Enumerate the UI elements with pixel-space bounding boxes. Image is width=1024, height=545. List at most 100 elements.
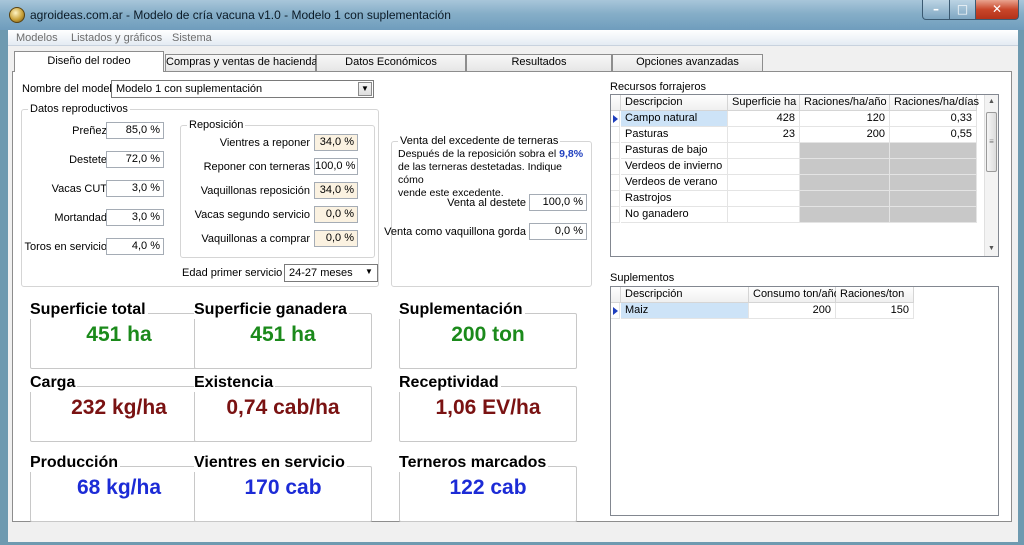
chevron-down-icon[interactable]: ▼ (362, 266, 376, 280)
minimize-button[interactable]: – (922, 0, 950, 20)
forage-cell-sup[interactable] (728, 191, 800, 207)
forage-cell-rac-day (890, 159, 977, 175)
model-name-select[interactable]: Modelo 1 con suplementación ▼ (111, 80, 374, 98)
scroll-down-icon[interactable]: ▼ (985, 242, 998, 256)
vaquillonas-comprar-field[interactable]: 0,0 % (314, 230, 358, 247)
supplements-grid: Descripción Consumo ton/año Raciones/ton… (610, 286, 999, 516)
supp-col-descripcion[interactable]: Descripción (621, 287, 749, 303)
forage-col-superficie[interactable]: Superficie ha (728, 95, 800, 111)
forage-cell-sup[interactable]: 23 (728, 127, 800, 143)
forage-cell-desc[interactable]: Verdeos de invierno (621, 159, 728, 175)
row-indicator[interactable] (611, 159, 620, 175)
excess-group: Venta del excedente de terneras Después … (384, 135, 592, 287)
forage-title: Recursos forrajeros (610, 81, 706, 93)
reponer-terneras-field[interactable]: 100,0 % (314, 158, 358, 175)
forage-scrollbar[interactable]: ▲ ≡ ▼ (984, 95, 998, 256)
forage-cell-sup[interactable] (728, 207, 800, 223)
forage-cell-sup[interactable] (728, 175, 800, 191)
venta-destete-field[interactable]: 100,0 % (529, 194, 587, 211)
destete-field[interactable]: 72,0 % (106, 151, 164, 168)
tab-panel-diseno-rodeo: Nombre del modelo Modelo 1 con suplement… (12, 71, 1012, 522)
grid-corner (611, 287, 621, 303)
forage-col-descripcion[interactable]: Descripcion (621, 95, 728, 111)
forage-cell-rac-year[interactable]: 120 (800, 111, 890, 127)
prenez-label: Preñez (72, 125, 107, 137)
forage-cell-desc[interactable]: Rastrojos (621, 191, 728, 207)
row-indicator[interactable] (611, 143, 620, 159)
menu-modelos[interactable]: Modelos (16, 32, 58, 44)
card-title: Carga (30, 374, 78, 392)
menu-listados-graficos[interactable]: Listados y gráficos (71, 32, 162, 44)
row-indicator[interactable] (611, 111, 620, 127)
vacas-segundo-servicio-field[interactable]: 0,0 % (314, 206, 358, 223)
card-title: Vientres en servicio (194, 454, 347, 472)
vacas-cut-label: Vacas CUT (51, 183, 107, 195)
forage-cell-desc[interactable]: Verdeos de verano (621, 175, 728, 191)
venta-vaquillona-gorda-field[interactable]: 0,0 % (529, 223, 587, 240)
excess-description: Después de la reposición sobra el 9,8% d… (398, 148, 590, 200)
supp-cell-desc[interactable]: Maiz (621, 303, 749, 319)
row-indicator[interactable] (611, 175, 620, 191)
excess-line2: de las terneras destetadas. Indique cómo (398, 161, 563, 186)
card-title: Superficie ganadera (194, 301, 349, 319)
card-value: 1,06 EV/ha (435, 396, 541, 419)
forage-grid: Descripcion Superficie ha Raciones/ha/añ… (610, 94, 999, 257)
excess-percentage: 9,8% (559, 148, 584, 160)
edad-primer-servicio-select[interactable]: 24-27 meses ▼ (284, 264, 378, 282)
reproductive-group-title: Datos reproductivos (28, 103, 130, 115)
reponer-terneras-label: Reponer con terneras (203, 161, 310, 173)
close-button[interactable]: ✕ (975, 0, 1019, 20)
tab-datos-economicos[interactable]: Datos Económicos (316, 54, 466, 71)
card-value: 451 ha (86, 323, 152, 346)
forage-col-raciones-dias[interactable]: Raciones/ha/días (890, 95, 979, 111)
vaquillonas-reposicion-label: Vaquillonas reposición (200, 185, 310, 197)
forage-cell-rac-year[interactable]: 200 (800, 127, 890, 143)
row-indicator[interactable] (611, 207, 620, 223)
mortandad-field[interactable]: 3,0 % (106, 209, 164, 226)
model-name-value: Modelo 1 con suplementación (116, 83, 263, 95)
menu-sistema[interactable]: Sistema (172, 32, 212, 44)
scroll-up-icon[interactable]: ▲ (985, 95, 998, 109)
scroll-thumb[interactable]: ≡ (986, 112, 997, 172)
menu-bar: Modelos Listados y gráficos Sistema (8, 30, 1018, 46)
vaquillonas-reposicion-field[interactable]: 34,0 % (314, 182, 358, 199)
tab-resultados[interactable]: Resultados (466, 54, 612, 71)
forage-cell-desc[interactable]: Campo natural (621, 111, 728, 127)
forage-cell-desc[interactable]: No ganadero (621, 207, 728, 223)
row-indicator[interactable] (611, 303, 620, 319)
forage-cell-sup[interactable] (728, 143, 800, 159)
forage-cell-rac-year (800, 191, 890, 207)
supp-cell-consumo[interactable]: 200 (749, 303, 836, 319)
vaquillonas-comprar-label: Vaquillonas a comprar (201, 233, 310, 245)
vacas-segundo-servicio-label: Vacas segundo servicio (194, 209, 310, 221)
forage-cell-sup[interactable] (728, 159, 800, 175)
mortandad-label: Mortandad (54, 212, 107, 224)
tab-opciones-avanzadas[interactable]: Opciones avanzadas (612, 54, 763, 71)
supp-cell-raciones[interactable]: 150 (836, 303, 914, 319)
row-indicator[interactable] (611, 191, 620, 207)
tab-diseno-rodeo[interactable]: Diseño del rodeo (14, 51, 164, 72)
forage-cell-rac-day (890, 175, 977, 191)
supp-col-raciones[interactable]: Raciones/ton (836, 287, 914, 303)
toros-servicio-field[interactable]: 4,0 % (106, 238, 164, 255)
forage-col-raciones-anio[interactable]: Raciones/ha/año (800, 95, 890, 111)
replacement-group-title: Reposición (187, 119, 246, 131)
forage-cell-rac-year (800, 143, 890, 159)
excess-line1: Después de la reposición sobra el (398, 148, 557, 160)
vacas-cut-field[interactable]: 3,0 % (106, 180, 164, 197)
forage-cell-desc[interactable]: Pasturas (621, 127, 728, 143)
card-title: Superficie total (30, 301, 148, 319)
tab-compras-ventas[interactable]: Compras y ventas de hacienda (165, 54, 318, 71)
vientres-reponer-label: Vientres a reponer (219, 137, 310, 149)
forage-cell-desc[interactable]: Pasturas de bajo (621, 143, 728, 159)
prenez-field[interactable]: 85,0 % (106, 122, 164, 139)
maximize-button[interactable]: □ (949, 0, 976, 20)
row-indicator[interactable] (611, 127, 620, 143)
supp-col-consumo[interactable]: Consumo ton/año (749, 287, 840, 303)
card-value: 0,74 cab/ha (226, 396, 340, 419)
vientres-reponer-field[interactable]: 34,0 % (314, 134, 358, 151)
grid-corner (611, 95, 621, 111)
chevron-down-icon[interactable]: ▼ (358, 82, 372, 96)
reproductive-group: Datos reproductivos Preñez 85,0 % Destet… (21, 103, 379, 287)
forage-cell-sup[interactable]: 428 (728, 111, 800, 127)
